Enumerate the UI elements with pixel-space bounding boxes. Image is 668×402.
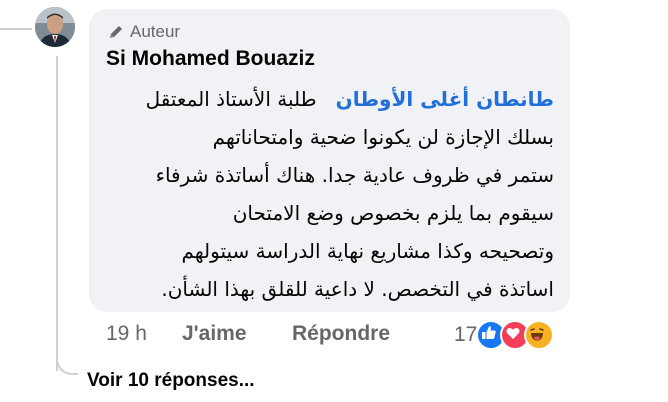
comment-text-line-4: سيقوم بما يلزم بخصوص وضع الامتحان: [232, 201, 554, 225]
comment-text: طانطان أغلى الأوطان طلبة الأستاذ المعتقل…: [114, 80, 554, 308]
haha-reaction-icon: [524, 320, 555, 350]
comment-timestamp[interactable]: 19 h: [106, 322, 147, 346]
reply-button[interactable]: Répondre: [292, 322, 390, 346]
reactions-summary[interactable]: 17: [454, 320, 555, 350]
reactions-count: 17: [454, 323, 478, 346]
comment-text-line-1: طانطان أغلى الأوطان طلبة الأستاذ المعتقل: [114, 80, 554, 118]
author-badge-label: Auteur: [130, 22, 181, 41]
like-button[interactable]: J'aime: [182, 322, 247, 346]
mention-link[interactable]: طانطان أغلى الأوطان: [336, 87, 554, 111]
profile-photo-icon: [35, 7, 75, 47]
thread-connector-curve: [56, 345, 78, 375]
thread-connector-line: [56, 56, 58, 371]
thread-connector-top: [0, 28, 32, 30]
comment-text-line-2: بسلك الإجازة لن يكونوا ضحية وامتحاناتهم: [212, 125, 554, 149]
comment-text-line-6: اساتذة في التخصص. لا داعية للقلق بهذا ال…: [161, 277, 554, 301]
author-badge: Auteur: [108, 22, 180, 42]
avatar[interactable]: [35, 7, 75, 47]
pencil-icon: [110, 26, 122, 38]
comment-text-line-5: وتصحيحه وكذا مشاريع نهاية الدراسة سيتوله…: [181, 239, 554, 263]
view-replies-link[interactable]: Voir 10 réponses...: [87, 370, 255, 392]
comment-author-name[interactable]: Si Mohamed Bouaziz: [106, 47, 315, 71]
comment-text-line-3: ستمر في ظروف عادية جدا. هناك أساتذة شرفا…: [155, 163, 554, 187]
comment-line-text: طلبة الأستاذ المعتقل: [145, 87, 317, 111]
